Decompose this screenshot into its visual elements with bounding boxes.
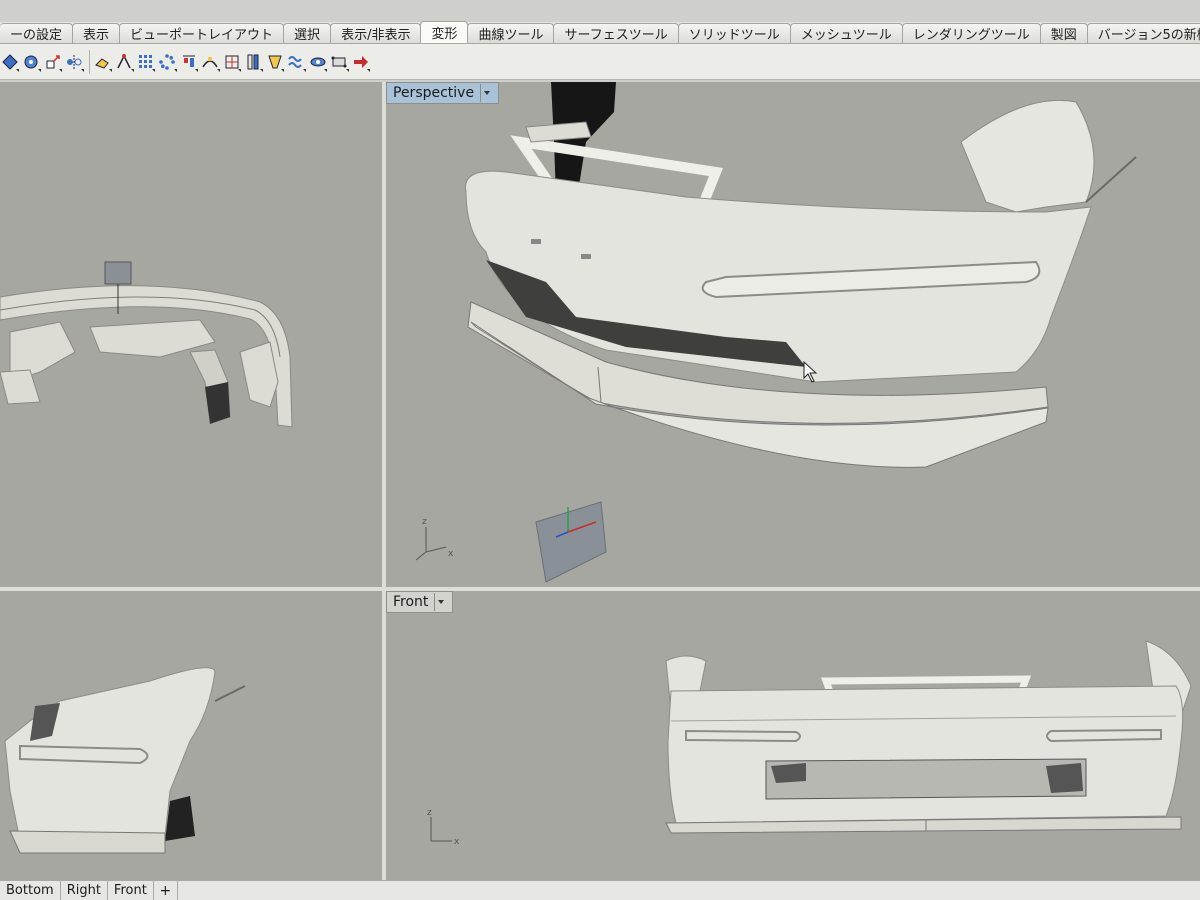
bend-button[interactable] bbox=[244, 49, 263, 75]
align-icon bbox=[182, 55, 195, 67]
viewport-tab-bottom[interactable]: Bottom bbox=[0, 880, 61, 900]
tab-visibility[interactable]: 表示/非表示 bbox=[330, 23, 422, 43]
rotate-button[interactable] bbox=[22, 49, 41, 75]
front-label: Front bbox=[393, 594, 429, 610]
viewport-tab-front[interactable]: Front bbox=[108, 880, 154, 900]
taper-button[interactable] bbox=[265, 49, 284, 75]
twist-icon bbox=[117, 53, 131, 68]
project-button[interactable] bbox=[308, 49, 327, 75]
set-points-button[interactable] bbox=[330, 49, 349, 75]
perspective-viewport[interactable]: z x Perspective bbox=[386, 82, 1200, 587]
transform-toolbar bbox=[0, 44, 1200, 80]
polar-array-button[interactable] bbox=[158, 49, 177, 75]
tab-drafting[interactable]: 製図 bbox=[1039, 23, 1088, 43]
move-button[interactable] bbox=[0, 49, 19, 75]
tab-render-tools[interactable]: レンダリングツール bbox=[901, 23, 1041, 43]
tab-new-in-v5[interactable]: バージョン5の新機能 bbox=[1086, 23, 1200, 43]
axis-z-label: z bbox=[422, 517, 427, 527]
smooth-icon bbox=[288, 55, 302, 68]
flow-icon bbox=[202, 56, 218, 67]
taper-icon bbox=[267, 55, 282, 68]
toolbar-separator bbox=[89, 49, 90, 74]
perspective-viewport-title[interactable]: Perspective bbox=[386, 82, 500, 104]
rotate-icon bbox=[24, 55, 38, 68]
viewport-divider-horizontal[interactable] bbox=[0, 587, 1200, 591]
right-view-canvas bbox=[4, 667, 246, 854]
orient-icon bbox=[94, 57, 109, 69]
scale-icon bbox=[46, 54, 60, 68]
twist-button[interactable] bbox=[115, 49, 134, 75]
tab-select[interactable]: 選択 bbox=[283, 23, 332, 43]
polar-array-icon bbox=[159, 53, 175, 70]
front-axis-z-label: z bbox=[427, 808, 432, 818]
mirror-icon bbox=[67, 54, 82, 69]
array-button[interactable] bbox=[136, 49, 155, 75]
smooth-button[interactable] bbox=[287, 49, 306, 75]
chevron-down-icon[interactable] bbox=[480, 84, 492, 102]
tab-curve-tools[interactable]: 曲線ツール bbox=[467, 23, 555, 43]
align-button[interactable] bbox=[179, 49, 198, 75]
move-icon bbox=[1, 53, 18, 70]
project-icon bbox=[310, 57, 325, 66]
top-view-canvas bbox=[0, 261, 293, 428]
red-arrow-icon bbox=[353, 55, 368, 68]
add-viewport-icon[interactable]: + bbox=[154, 880, 178, 900]
red-arrow-button[interactable] bbox=[351, 49, 370, 75]
array-icon bbox=[138, 54, 152, 68]
tab-transform[interactable]: 変形 bbox=[420, 21, 469, 43]
flow-button[interactable] bbox=[201, 49, 220, 75]
tab-viewport-layout[interactable]: ビューポートレイアウト bbox=[119, 23, 285, 43]
set-points-icon bbox=[331, 56, 347, 67]
front-viewport-title[interactable]: Front bbox=[386, 591, 454, 613]
top-viewport[interactable] bbox=[0, 82, 382, 587]
front-view-canvas: z x bbox=[427, 640, 1192, 847]
viewport-divider-vertical[interactable] bbox=[382, 82, 386, 880]
scale-button[interactable] bbox=[43, 49, 62, 75]
front-axis-x-label: x bbox=[454, 837, 460, 847]
viewport-tab-right[interactable]: Right bbox=[61, 880, 108, 900]
perspective-label: Perspective bbox=[393, 85, 475, 101]
tab-options[interactable]: ーの設定 bbox=[0, 23, 74, 43]
chevron-down-icon[interactable] bbox=[434, 593, 446, 611]
tab-mesh-tools[interactable]: メッシュツール bbox=[789, 23, 903, 43]
tab-solid-tools[interactable]: ソリッドツール bbox=[677, 23, 791, 43]
tab-display[interactable]: 表示 bbox=[72, 23, 121, 43]
tab-surface-tools[interactable]: サーフェスツール bbox=[553, 23, 679, 43]
front-viewport[interactable]: z x Front bbox=[386, 591, 1200, 880]
right-viewport[interactable] bbox=[0, 591, 382, 880]
bend-icon bbox=[247, 54, 259, 69]
axis-x-label: x bbox=[448, 549, 454, 559]
cage-icon bbox=[225, 55, 238, 68]
cage-button[interactable] bbox=[222, 49, 241, 75]
ribbon-tab-bar: ーの設定 表示 ビューポートレイアウト 選択 表示/非表示 変形 曲線ツール サ… bbox=[0, 21, 1200, 44]
mirror-button[interactable] bbox=[65, 49, 84, 75]
viewport-tab-bar: Bottom Right Front + bbox=[0, 880, 1200, 900]
perspective-canvas: z x bbox=[415, 82, 1137, 583]
orient-button[interactable] bbox=[93, 49, 112, 75]
